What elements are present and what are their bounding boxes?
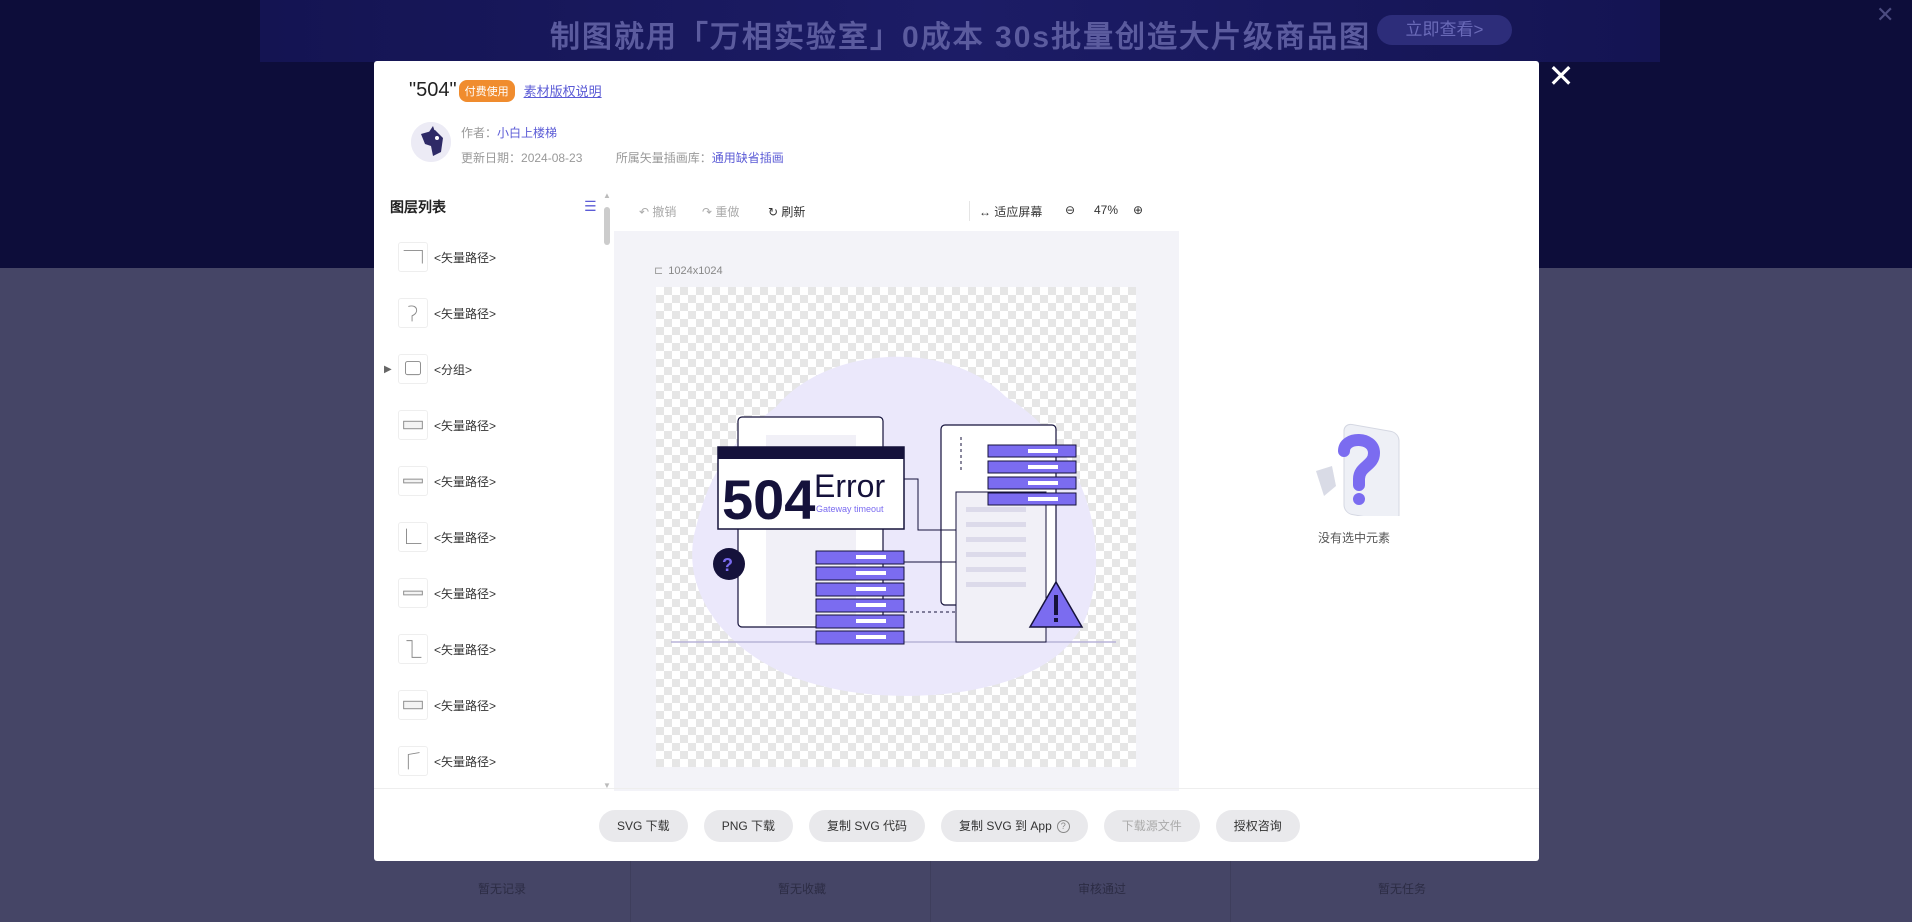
copy-svg-to-app-button[interactable]: 复制 SVG 到 App?	[941, 810, 1088, 842]
layer-label: <矢量路径>	[434, 754, 497, 769]
artboard-icon: ⊏	[654, 265, 664, 277]
scroll-thumb[interactable]	[604, 207, 610, 245]
layer-thumbnail	[398, 746, 428, 776]
layer-label: <矢量路径>	[434, 698, 497, 713]
layer-label: <矢量路径>	[434, 642, 497, 657]
layer-item[interactable]: <矢量路径>	[374, 621, 604, 677]
paid-badge: 付费使用	[458, 79, 515, 102]
layer-panel-title: 图层列表	[390, 199, 446, 215]
bg-divider	[930, 858, 931, 922]
library-link[interactable]: 通用缺省插画	[712, 151, 784, 165]
help-icon[interactable]: ?	[1056, 819, 1070, 833]
license-inquiry-button[interactable]: 授权咨询	[1215, 810, 1300, 842]
svg-text:?: ?	[722, 555, 733, 575]
fit-screen-button[interactable]: ↔ 适应屏幕	[979, 203, 1042, 220]
empty-selection-text: 没有选中元素	[1317, 531, 1390, 545]
layer-label: <矢量路径>	[434, 418, 497, 433]
ad-view-button[interactable]: 立即查看>	[1377, 15, 1512, 45]
toolbar-divider	[969, 201, 970, 221]
bg-divider	[630, 858, 631, 922]
undo-icon: ↶	[639, 205, 650, 219]
author-line: 作者：小白上楼梯	[461, 126, 558, 140]
download-actions: SVG 下载 PNG 下载 复制 SVG 代码 复制 SVG 到 App? 下载…	[599, 810, 1316, 842]
layer-item[interactable]: <矢量路径>	[374, 733, 604, 789]
svg-download-button[interactable]: SVG 下载	[599, 810, 688, 842]
artboard[interactable]: 504 Error Gateway timeout ?	[656, 287, 1136, 767]
copyright-link[interactable]: 素材版权说明	[524, 81, 602, 100]
layer-thumbnail	[398, 634, 428, 664]
layer-thumbnail	[398, 522, 428, 552]
scroll-up-icon[interactable]: ▲	[603, 191, 611, 200]
layer-thumbnail	[398, 242, 428, 272]
layer-label: <矢量路径>	[434, 250, 497, 265]
illustration-error: Error	[814, 468, 885, 504]
asset-modal: "504" 付费使用 素材版权说明 作者：小白上楼梯 更新日期：2024-08-…	[374, 61, 1539, 861]
layer-group-item[interactable]: ▶ <分组>	[374, 341, 604, 397]
layer-thumbnail	[398, 298, 428, 328]
zoom-in-icon[interactable]: ⊕	[1133, 203, 1143, 217]
layer-item[interactable]: <矢量路径>	[374, 285, 604, 341]
redo-button[interactable]: ↷ 重做	[702, 203, 739, 220]
zoom-level: 47%	[1094, 203, 1119, 217]
png-download-button[interactable]: PNG 下载	[703, 810, 794, 842]
layer-label: <矢量路径>	[434, 306, 497, 321]
empty-selection: 没有选中元素	[1299, 411, 1409, 546]
meta-line: 更新日期：2024-08-23 所属矢量插画库：通用缺省插画	[461, 151, 784, 165]
layer-item[interactable]: <矢量路径>	[374, 509, 604, 565]
title-row: "504" 付费使用 素材版权说明	[409, 79, 602, 102]
canvas-size: ⊏ 1024x1024	[654, 264, 723, 278]
redo-icon: ↷	[702, 205, 713, 219]
ad-close-icon[interactable]: ✕	[1876, 2, 1894, 28]
layer-label: <矢量路径>	[434, 530, 497, 545]
modal-footer: SVG 下载 PNG 下载 复制 SVG 代码 复制 SVG 到 App? 下载…	[374, 788, 1539, 861]
copy-svg-code-button[interactable]: 复制 SVG 代码	[809, 810, 926, 842]
layer-thumbnail	[398, 410, 428, 440]
fit-screen-icon: ↔	[979, 205, 991, 219]
refresh-button[interactable]: ↻ 刷新	[768, 203, 805, 220]
illustration-504: 504	[722, 468, 815, 531]
zoom-out-icon[interactable]: ⊖	[1065, 203, 1075, 217]
layer-thumbnail	[398, 690, 428, 720]
layer-item[interactable]: <矢量路径>	[374, 565, 604, 621]
update-date: 2024-08-23	[521, 151, 583, 165]
bg-divider	[1230, 858, 1231, 922]
bg-tab-approved: 审核通过	[1078, 882, 1127, 896]
expand-arrow-icon[interactable]: ▶	[384, 364, 392, 375]
illustration-subtitle: Gateway timeout	[816, 504, 884, 514]
layer-label: <矢量路径>	[434, 586, 497, 601]
layer-thumbnail	[398, 578, 428, 608]
undo-button[interactable]: ↶ 撤销	[639, 203, 676, 220]
layer-item[interactable]: <矢量路径>	[374, 229, 604, 285]
layer-item[interactable]: <矢量路径>	[374, 677, 604, 733]
layer-menu-icon[interactable]: ☰	[584, 198, 597, 215]
download-source-button[interactable]: 下载源文件	[1103, 810, 1200, 842]
ad-text: 制图就用「万相实验室」0成本 30s批量创造大片级商品图	[550, 21, 1372, 54]
layer-label: <矢量路径>	[434, 474, 497, 489]
no-selection-icon	[1316, 423, 1400, 522]
layer-panel: 图层列表 ☰ <矢量路径> <矢量路径> ▶ <分组> <矢量路径> <矢量路径> <矢量路…	[374, 191, 614, 791]
layer-thumbnail	[398, 466, 428, 496]
layer-list: <矢量路径> <矢量路径> ▶ <分组> <矢量路径> <矢量路径> <矢量路径> <矢量路径…	[374, 229, 604, 789]
layer-item[interactable]: <矢量路径>	[374, 453, 604, 509]
layer-label: <分组>	[434, 362, 473, 377]
author-link[interactable]: 小白上楼梯	[497, 126, 557, 140]
bg-tab-favorites: 暂无收藏	[778, 882, 827, 896]
author-avatar[interactable]	[411, 122, 451, 162]
canvas-toolbar: ↶ 撤销 ↷ 重做 ↻ 刷新 ↔ 适应屏幕 ⊖ 47% ⊕	[614, 191, 1179, 231]
bg-tab-records: 暂无记录	[478, 882, 527, 896]
layer-scrollbar[interactable]: ▲ ▼	[602, 191, 612, 791]
layer-item[interactable]: <矢量路径>	[374, 397, 604, 453]
error-illustration: 504 Error Gateway timeout ?	[671, 356, 1116, 696]
modal-close-icon[interactable]: ✕	[1545, 60, 1577, 92]
layer-thumbnail	[398, 354, 428, 384]
refresh-icon: ↻	[768, 205, 779, 219]
canvas-area[interactable]: ⊏ 1024x1024 504 Error Gateway timeout ?	[614, 231, 1179, 791]
asset-title: "504"	[409, 79, 457, 101]
bg-tab-tasks: 暂无任务	[1378, 882, 1427, 896]
